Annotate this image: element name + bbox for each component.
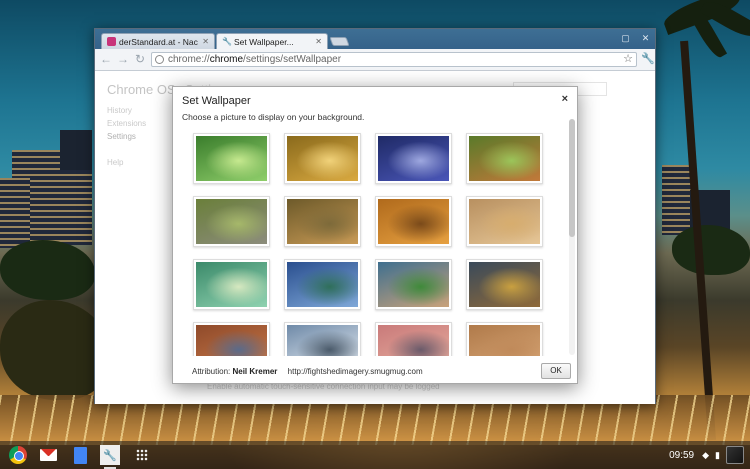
baby-elephant-image	[196, 199, 267, 244]
dialog-title: Set Wallpaper	[182, 95, 251, 107]
mountain-lake-image	[287, 262, 358, 307]
green-rock-beach-image	[378, 262, 449, 307]
green-grass-blades-image	[196, 136, 267, 181]
building	[662, 165, 692, 235]
tree	[672, 225, 750, 275]
nav-item-history[interactable]: History	[107, 106, 176, 115]
wallpaper-grid	[187, 129, 559, 356]
red-canyon-image	[196, 325, 267, 356]
wallpaper-thumbnail[interactable]	[375, 196, 452, 247]
wallpaper-thumbnail[interactable]	[375, 259, 452, 310]
apps-grid-icon	[136, 449, 148, 461]
ok-button[interactable]: OK	[541, 363, 571, 379]
close-window-icon[interactable]: ✕	[639, 33, 652, 44]
url-path: /settings/setWallpaper	[243, 54, 342, 65]
fox-on-grass-image	[469, 136, 540, 181]
docs-app[interactable]	[70, 445, 90, 465]
clock: 09:59	[669, 449, 695, 461]
wallpaper-thumbnail[interactable]	[284, 196, 361, 247]
wifi-icon: ◆	[702, 449, 710, 460]
set-wallpaper-dialog: Set Wallpaper × Choose a picture to disp…	[172, 86, 578, 384]
dialog-scrollbar[interactable]	[569, 119, 575, 355]
snowy-peaks-image	[287, 325, 358, 356]
wrench-favicon-icon: 🔧	[222, 37, 232, 46]
settings-nav: Chrome OS History Extensions Settings He…	[107, 82, 176, 171]
sand-ripples-image	[469, 325, 540, 356]
tab-label: derStandard.at - Nachrict	[119, 36, 198, 47]
wallpaper-thumbnail[interactable]	[193, 259, 270, 310]
maximize-icon[interactable]: ▢	[619, 33, 632, 44]
attribution-url[interactable]: http://fightshedimagery.smugmug.com	[288, 367, 423, 376]
avatar	[726, 446, 744, 464]
settings-app[interactable]: 🔧	[100, 445, 120, 469]
back-icon[interactable]: ←	[99, 52, 113, 66]
forward-icon[interactable]: →	[116, 52, 130, 66]
small-bird-on-branch-image	[378, 199, 449, 244]
wallpaper-thumbnail[interactable]	[193, 322, 270, 356]
url-host: chrome	[209, 54, 244, 65]
close-icon[interactable]: ✕	[202, 37, 209, 46]
gmail-icon	[39, 449, 57, 461]
status-tray[interactable]: 09:59 ◆ ▮	[669, 441, 750, 469]
page-info-icon[interactable]	[155, 55, 164, 64]
url-prefix: chrome://	[168, 54, 210, 65]
app-launcher[interactable]	[132, 445, 152, 465]
wallpaper-thumbnail[interactable]	[375, 322, 452, 356]
wallpaper-thumbnail[interactable]	[284, 133, 361, 184]
tree	[0, 240, 95, 300]
nav-item-settings[interactable]: Settings	[107, 132, 176, 141]
new-tab-button[interactable]	[329, 37, 350, 46]
wallpaper-thumbnail[interactable]	[466, 322, 543, 356]
nav-item-help[interactable]: Help	[107, 158, 176, 167]
tab-derstandard[interactable]: derStandard.at - Nachrict ✕	[101, 33, 215, 49]
wallpaper-thumbnail[interactable]	[466, 259, 543, 310]
browser-titlebar[interactable]: derStandard.at - Nachrict ✕ 🔧 Set Wallpa…	[95, 29, 655, 49]
docs-icon	[73, 446, 87, 464]
battery-icon: ▮	[715, 449, 720, 460]
blue-mushrooms-image	[378, 136, 449, 181]
wallpaper-thumbnail[interactable]	[466, 133, 543, 184]
wallpaper-thumbnail[interactable]	[284, 259, 361, 310]
dialog-subtitle: Choose a picture to display on your back…	[182, 112, 365, 122]
chrome-app[interactable]	[8, 445, 28, 465]
close-icon[interactable]: ✕	[315, 37, 322, 46]
golden-grass-butterfly-image	[287, 136, 358, 181]
green-sand-dunes-image	[196, 262, 267, 307]
address-bar[interactable]: chrome://chrome/settings/setWallpaper ☆	[151, 52, 637, 67]
owl-in-flight-image	[287, 199, 358, 244]
close-icon[interactable]: ×	[562, 93, 568, 105]
building	[0, 178, 30, 248]
chrome-icon	[9, 446, 27, 464]
attribution: Attribution: Neil Kremer http://fightshe…	[192, 367, 423, 376]
shelf: 🔧 09:59 ◆ ▮	[0, 441, 750, 469]
browser-toolbar: ← → ↻ chrome://chrome/settings/setWallpa…	[95, 49, 655, 71]
wallpaper-thumbnail[interactable]	[193, 133, 270, 184]
autumn-valley-storm-image	[469, 262, 540, 307]
derstandard-favicon-icon	[107, 37, 116, 46]
attribution-name: Neil Kremer	[232, 367, 278, 376]
bookmark-star-icon[interactable]: ☆	[623, 53, 633, 66]
pink-sunset-mountains-image	[378, 325, 449, 356]
scrollbar-thumb[interactable]	[569, 119, 575, 237]
mouse-in-straw-image	[469, 199, 540, 244]
wrench-icon: 🔧	[100, 445, 120, 465]
wallpaper-thumbnail[interactable]	[284, 322, 361, 356]
attribution-label: Attribution:	[192, 367, 231, 376]
gmail-app[interactable]	[38, 445, 58, 465]
settings-brand: Chrome OS	[107, 82, 176, 97]
wallpaper-thumbnail[interactable]	[375, 133, 452, 184]
tab-set-wallpaper[interactable]: 🔧 Set Wallpaper... ✕	[216, 33, 328, 49]
building	[60, 130, 92, 170]
wallpaper-thumbnail[interactable]	[466, 196, 543, 247]
reload-icon[interactable]: ↻	[133, 52, 147, 66]
wrench-menu-icon[interactable]: 🔧	[641, 53, 655, 65]
tab-label: Set Wallpaper...	[234, 36, 294, 47]
wallpaper-thumbnail[interactable]	[193, 196, 270, 247]
nav-item-extensions[interactable]: Extensions	[107, 119, 176, 128]
